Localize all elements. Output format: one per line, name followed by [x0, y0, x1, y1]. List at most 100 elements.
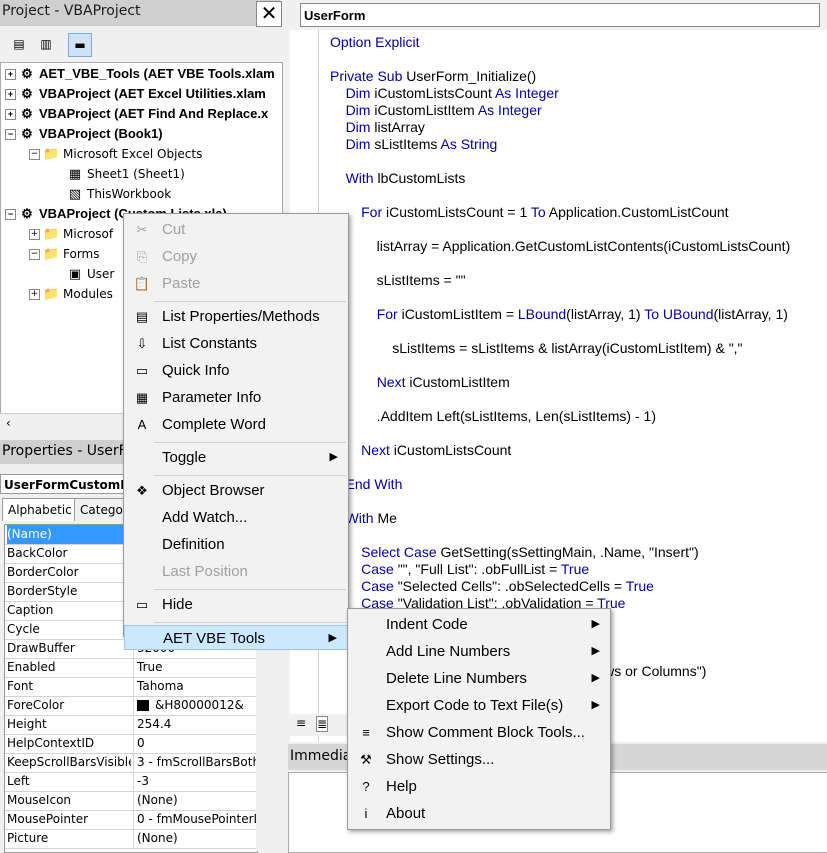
- property-value[interactable]: 0: [133, 734, 257, 753]
- property-value[interactable]: (None): [133, 829, 257, 848]
- menu-item-icon: ▭: [135, 363, 149, 378]
- code-object-combo[interactable]: UserForm: [300, 3, 820, 27]
- menu-item-hide[interactable]: ▭ Hide: [124, 592, 348, 617]
- tab-alphabetic[interactable]: Alphabetic: [2, 498, 78, 521]
- property-row[interactable]: Left -3: [5, 772, 257, 792]
- collapse-icon[interactable]: −: [29, 149, 40, 160]
- property-row[interactable]: Enabled True: [5, 658, 257, 678]
- code-line: Option Explicit: [330, 34, 419, 51]
- module-icon: ▣: [68, 267, 82, 282]
- expand-icon[interactable]: +: [29, 289, 40, 300]
- folder-icon: 📁: [43, 227, 60, 242]
- chevron-right-icon: ▶: [591, 618, 600, 630]
- menu-item-definition[interactable]: Definition: [124, 532, 348, 557]
- tree-node[interactable]: ▣ User: [53, 265, 115, 283]
- menu-item-list-properties-methods[interactable]: ▤ List Properties/Methods: [124, 304, 348, 329]
- tree-node[interactable]: − ⚙ VBAProject (Book1): [5, 125, 163, 143]
- code-line: Next iCustomListItem: [376, 374, 510, 390]
- property-value[interactable]: -3: [133, 772, 257, 791]
- keyword: With: [345, 170, 374, 186]
- project-icon: ⚙: [21, 206, 33, 221]
- menu-item-label: Add Line Numbers: [386, 643, 511, 660]
- menu-item-complete-word[interactable]: A Complete Word: [124, 412, 348, 437]
- menu-item-icon: 📋: [133, 276, 151, 291]
- collapse-icon[interactable]: −: [5, 129, 16, 141]
- keyword: UBound: [662, 306, 714, 322]
- menu-item-label: Cut: [162, 221, 186, 238]
- property-row[interactable]: MouseIcon (None): [5, 791, 257, 811]
- property-row[interactable]: KeepScrollBarsVisible 3 - fmScrollBarsBot…: [5, 753, 257, 773]
- tree-node[interactable]: ▧ ThisWorkbook: [53, 185, 171, 203]
- menu-item-label: Definition: [162, 536, 225, 553]
- menu-item-label: Hide: [162, 596, 193, 613]
- expand-icon[interactable]: +: [29, 229, 40, 240]
- property-value[interactable]: Tahoma: [133, 677, 257, 696]
- tree-node[interactable]: + ⚙ VBAProject (AET Find And Replace.x: [5, 105, 268, 123]
- keyword: Dim: [345, 85, 371, 101]
- tree-node[interactable]: + 📁 Modules: [29, 285, 113, 303]
- tree-node[interactable]: + ⚙ VBAProject (AET Excel Utilities.xlam: [5, 85, 266, 103]
- view-toggle-buttons: ≡ ≣: [290, 714, 350, 736]
- menu-item-help[interactable]: ? Help: [348, 774, 610, 799]
- menu-item-quick-info[interactable]: ▭ Quick Info: [124, 358, 348, 383]
- menu-item-icon: ▤: [135, 309, 149, 324]
- menu-separator: [154, 622, 346, 623]
- menu-item-object-browser[interactable]: ❖ Object Browser: [124, 478, 348, 503]
- menu-item-about[interactable]: i About: [348, 801, 610, 826]
- keyword: Dim: [345, 119, 371, 135]
- keyword: LBound: [517, 306, 567, 322]
- tree-node[interactable]: − 📁 Microsoft Excel Objects: [29, 145, 202, 163]
- properties-title-text: Properties - UserFo: [2, 443, 135, 459]
- property-row[interactable]: HelpContextID 0: [5, 734, 257, 754]
- tree-node[interactable]: − 📁 Forms: [29, 245, 99, 263]
- menu-item-delete-line-numbers[interactable]: Delete Line Numbers ▶: [348, 666, 610, 691]
- menu-item-list-constants[interactable]: ⇩ List Constants: [124, 331, 348, 356]
- code-line: sListItems = sListItems & listArray(iCus…: [330, 340, 743, 356]
- view-code-icon[interactable]: ▤: [8, 33, 30, 55]
- menu-item-icon: ⎘: [136, 249, 148, 264]
- tree-node-label: VBAProject (AET Find And Replace.x: [39, 106, 269, 121]
- property-row[interactable]: Font Tahoma: [5, 677, 257, 697]
- menu-item-label: Copy: [162, 248, 198, 265]
- menu-item-show-settings[interactable]: ⚒ Show Settings...: [348, 747, 610, 772]
- tree-node[interactable]: + ⚙ AET_VBE_Tools (AET VBE Tools.xlam: [5, 65, 275, 83]
- property-value[interactable]: 0 - fmMousePointerD: [133, 810, 257, 829]
- menu-item-label: AET VBE Tools: [163, 630, 265, 647]
- menu-item-show-comment-block-tools[interactable]: ≡ Show Comment Block Tools...: [348, 720, 610, 745]
- menu-item-label: List Constants: [162, 335, 258, 352]
- expand-icon[interactable]: +: [5, 89, 16, 101]
- menu-item-paste: 📋 Paste: [124, 271, 348, 296]
- procedure-view-icon[interactable]: ≡: [296, 716, 306, 730]
- property-value[interactable]: &H80000012&: [133, 696, 257, 715]
- menu-item-aet-vbe-tools[interactable]: AET VBE Tools ▶: [124, 625, 348, 650]
- menu-item-add-watch[interactable]: Add Watch...: [124, 505, 348, 530]
- menu-item-export-code-to-text-file-s[interactable]: Export Code to Text File(s) ▶: [348, 693, 610, 718]
- toggle-folders-icon[interactable]: ▬: [68, 33, 92, 57]
- collapse-icon[interactable]: −: [5, 209, 16, 221]
- property-value[interactable]: True: [133, 658, 257, 677]
- tree-node[interactable]: ▦ Sheet1 (Sheet1): [53, 165, 185, 183]
- project-icon: ⚙: [21, 126, 33, 141]
- property-value[interactable]: (None): [133, 791, 257, 810]
- close-icon[interactable]: ✕: [256, 1, 282, 27]
- property-row[interactable]: ForeColor &H80000012&: [5, 696, 257, 716]
- full-module-view-icon[interactable]: ≣: [316, 716, 329, 732]
- keyword: End With: [345, 476, 403, 492]
- menu-item-toggle[interactable]: Toggle ▶: [124, 445, 348, 470]
- property-value-text: &H80000012&: [155, 698, 244, 712]
- property-row[interactable]: MousePointer 0 - fmMousePointerD: [5, 810, 257, 830]
- menu-item-indent-code[interactable]: Indent Code ▶: [348, 612, 610, 637]
- expand-icon[interactable]: +: [5, 69, 16, 81]
- property-row[interactable]: Height 254.4: [5, 715, 257, 735]
- menu-item-parameter-info[interactable]: ▦ Parameter Info: [124, 385, 348, 410]
- collapse-icon[interactable]: −: [29, 249, 40, 260]
- view-object-icon[interactable]: ▥: [35, 33, 57, 55]
- tree-node[interactable]: + 📁 Microsof: [29, 225, 113, 243]
- expand-icon[interactable]: +: [5, 109, 16, 121]
- menu-item-add-line-numbers[interactable]: Add Line Numbers ▶: [348, 639, 610, 664]
- property-value[interactable]: 254.4: [133, 715, 257, 734]
- menu-separator: [154, 589, 346, 590]
- keyword: Case: [361, 561, 394, 577]
- property-row[interactable]: Picture (None): [5, 829, 257, 849]
- property-value[interactable]: 3 - fmScrollBarsBoth: [133, 753, 257, 772]
